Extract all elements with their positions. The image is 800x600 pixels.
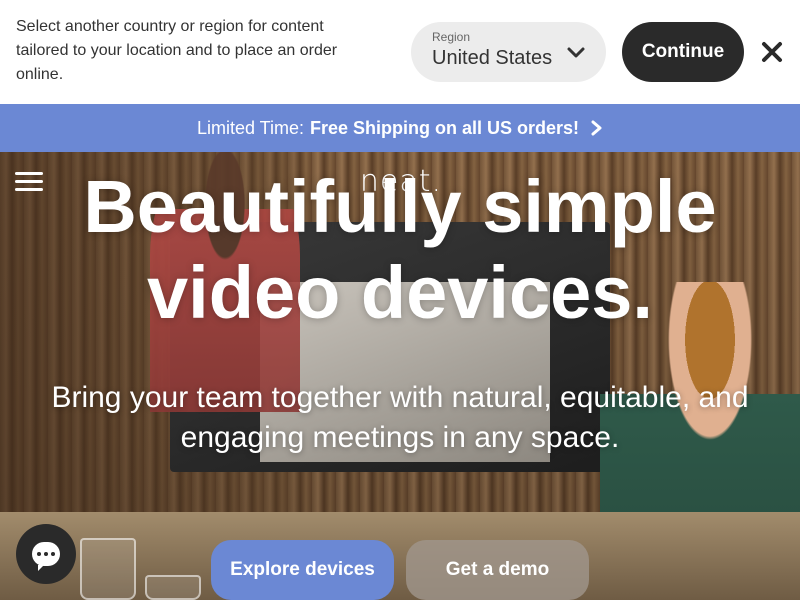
chat-bubble-icon: [32, 542, 60, 571]
get-demo-button[interactable]: Get a demo: [406, 540, 589, 600]
promo-banner[interactable]: Limited Time: Free Shipping on all US or…: [0, 104, 800, 152]
hero-headline-line2: video devices.: [147, 251, 653, 334]
region-select-label: Region: [432, 30, 471, 44]
explore-devices-button[interactable]: Explore devices: [211, 540, 394, 600]
region-select-value: United States: [432, 47, 553, 69]
region-select[interactable]: Region United States: [411, 22, 606, 82]
chevron-right-icon: [591, 120, 602, 136]
region-bar: Select another country or region for con…: [0, 0, 800, 104]
glass-decoration: [145, 575, 201, 600]
chevron-down-icon: [567, 47, 585, 58]
hero-headline-line1: Beautifully simple: [83, 165, 717, 248]
continue-button[interactable]: Continue: [622, 22, 744, 82]
chat-button[interactable]: [16, 524, 76, 584]
glass-decoration: [80, 538, 136, 600]
hero-subheadline: Bring your team together with natural, e…: [51, 381, 749, 454]
close-icon[interactable]: [758, 38, 786, 66]
region-message: Select another country or region for con…: [16, 18, 338, 83]
promo-highlight: Free Shipping on all US orders!: [310, 117, 580, 138]
promo-prefix: Limited Time:: [196, 117, 304, 138]
